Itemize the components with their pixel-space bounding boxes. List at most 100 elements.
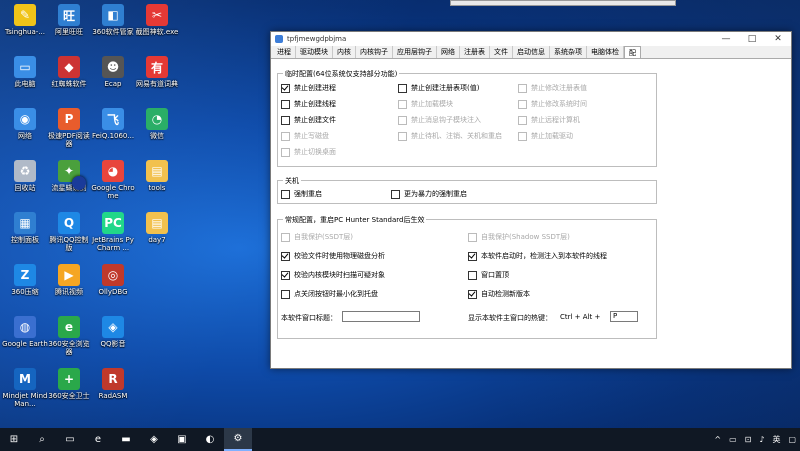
desktop-icon[interactable]: ◈ QQ影音: [90, 316, 136, 348]
tray-icon[interactable]: ⊡: [745, 435, 752, 444]
checkbox-box[interactable]: [281, 83, 290, 93]
close-button[interactable]: ✕: [765, 32, 791, 46]
tab-item[interactable]: 系统杂项: [550, 46, 587, 58]
checkbox-box: [281, 147, 290, 157]
tab-item[interactable]: 内核: [333, 46, 356, 58]
tab-item[interactable]: 启动信息: [513, 46, 550, 58]
desktop-icon[interactable]: ▤ tools: [134, 160, 180, 192]
tab-item[interactable]: 驱动模块: [296, 46, 333, 58]
taskbar-start-icon[interactable]: ⊞: [0, 428, 28, 451]
window-title-label: 本软件窗口标题：: [281, 314, 337, 322]
maximize-button[interactable]: □: [739, 32, 765, 46]
checkbox[interactable]: 禁止创建注册表项(值): [398, 83, 479, 93]
tab-item[interactable]: 电脑体检: [587, 46, 624, 58]
notification-icon[interactable]: ▢: [788, 435, 796, 444]
taskbar-app2-icon[interactable]: ▣: [168, 428, 196, 451]
checkbox-box[interactable]: [281, 189, 290, 199]
desktop-icon[interactable]: ✂ 截图神软.exe: [134, 4, 180, 36]
desktop-icon[interactable]: ◉ 网络: [2, 108, 48, 140]
checkbox-box[interactable]: [398, 83, 407, 93]
checkbox-box[interactable]: [391, 189, 400, 199]
tray-icon[interactable]: ▭: [729, 435, 737, 444]
desktop-icon-label: 红蜘蛛软件: [51, 80, 87, 88]
checkbox-box[interactable]: [281, 115, 290, 125]
checkbox-box: [398, 99, 407, 109]
checkbox-box[interactable]: [468, 289, 477, 299]
tab-item[interactable]: 配: [624, 46, 641, 58]
checkbox[interactable]: 禁止创建进程: [281, 83, 336, 93]
desktop-icon-image: ◕: [102, 160, 124, 182]
checkbox-box[interactable]: [281, 251, 290, 261]
checkbox[interactable]: 禁止创建线程: [281, 99, 336, 109]
desktop-icon[interactable]: ☻ Ecap: [90, 56, 136, 88]
hotkey-input[interactable]: P: [610, 311, 638, 322]
desktop-icon[interactable]: ▦ 控制面板: [2, 212, 48, 244]
desktop-icon[interactable]: ◕ Google Chrome: [90, 160, 136, 200]
desktop-icon[interactable]: M Mindjet MindMan...: [2, 368, 48, 408]
tab-item[interactable]: 网络: [437, 46, 460, 58]
tray-icon[interactable]: ♪: [759, 435, 764, 444]
desktop-icon[interactable]: ◍ Google Earth: [2, 316, 48, 348]
ime-indicator[interactable]: 英: [772, 434, 780, 445]
checkbox-label: 禁止修改注册表值: [531, 84, 587, 92]
desktop-icon-image: ▤: [146, 212, 168, 234]
tab-item[interactable]: 文件: [490, 46, 513, 58]
checkbox[interactable]: 强制重启: [281, 189, 322, 199]
desktop-icon[interactable]: ✦ 流星蝴蝶剑: [46, 160, 92, 192]
desktop-icon[interactable]: ▶ 腾讯视频: [46, 264, 92, 296]
desktop-icon[interactable]: 旺阿里旺旺: [46, 4, 92, 36]
desktop-icon-label: JetBrains PyCharm ...: [92, 236, 134, 252]
desktop-icon-image: ✎: [14, 4, 36, 26]
desktop-icon[interactable]: Q 腾讯QQ控制版: [46, 212, 92, 252]
desktop-icon[interactable]: ♻ 回收站: [2, 160, 48, 192]
taskbar-edge-icon[interactable]: e: [84, 428, 112, 451]
desktop-icon[interactable]: Z 360压缩: [2, 264, 48, 296]
tab-item[interactable]: 注册表: [460, 46, 490, 58]
desktop-icon[interactable]: ▤ day7: [134, 212, 180, 244]
desktop-icon[interactable]: ◆ 红蜘蛛软件: [46, 56, 92, 88]
checkbox[interactable]: 更为暴力的强制重启: [391, 189, 467, 199]
taskbar-app3-icon[interactable]: ◐: [196, 428, 224, 451]
title-bar[interactable]: tpfjmewgdpbjma — □ ✕: [271, 32, 791, 46]
pchunter-window[interactable]: tpfjmewgdpbjma — □ ✕ 进程 驱动模块 内核 内核钩子 应用层钩子 网络…: [270, 31, 792, 369]
checkbox-label: 窗口置顶: [481, 271, 509, 279]
checkbox[interactable]: 校验内核模块时扫描可疑对象: [281, 270, 385, 280]
desktop-icon[interactable]: 有网易有道词典: [134, 56, 180, 88]
taskbar-task-view-icon[interactable]: ▭: [56, 428, 84, 451]
checkbox[interactable]: 点关闭按钮时最小化到托盘: [281, 289, 378, 299]
checkbox[interactable]: 校验文件时使用物理磁盘分析: [281, 251, 385, 261]
checkbox[interactable]: 窗口置顶: [468, 270, 509, 280]
checkbox-box[interactable]: [281, 99, 290, 109]
checkbox-box[interactable]: [468, 270, 477, 280]
desktop-icon[interactable]: 飞 FeiQ.1060...: [90, 108, 136, 140]
checkbox-box[interactable]: [281, 289, 290, 299]
checkbox[interactable]: 禁止创建文件: [281, 115, 336, 125]
checkbox-label: 禁止写磁盘: [294, 132, 329, 140]
desktop-icon[interactable]: ◧ 360软件管家: [90, 4, 136, 36]
desktop-icon[interactable]: e 360安全浏览器: [46, 316, 92, 356]
desktop-icon-image: ◧: [102, 4, 124, 26]
checkbox-box[interactable]: [468, 251, 477, 261]
desktop-icon[interactable]: ◔ 微信: [134, 108, 180, 140]
taskbar-explorer-icon[interactable]: ▬: [112, 428, 140, 451]
desktop-icon[interactable]: R RadASM: [90, 368, 136, 400]
tab-item[interactable]: 内核钩子: [356, 46, 393, 58]
desktop-icon[interactable]: +360安全卫士: [46, 368, 92, 400]
minimize-button[interactable]: —: [713, 32, 739, 46]
taskbar-app1-icon[interactable]: ◈: [140, 428, 168, 451]
desktop-icon[interactable]: ◎ OllyDBG: [90, 264, 136, 296]
checkbox-box[interactable]: [281, 270, 290, 280]
tray-icon[interactable]: ^: [714, 435, 721, 444]
tab-item[interactable]: 应用层钩子: [393, 46, 437, 58]
window-title-input[interactable]: [342, 311, 420, 322]
checkbox[interactable]: 本软件启动时，检测注入到本软件的线程: [468, 251, 607, 261]
checkbox[interactable]: 自动检测新版本: [468, 289, 530, 299]
tab-item[interactable]: 进程: [273, 46, 296, 58]
desktop-icon[interactable]: PC JetBrains PyCharm ...: [90, 212, 136, 252]
taskbar-search-icon[interactable]: ⌕: [28, 428, 56, 451]
checkbox: 禁止加载驱动: [518, 131, 573, 141]
desktop-icon[interactable]: ✎ Tsinghua-...: [2, 4, 48, 36]
desktop-icon[interactable]: P 极速PDF阅读器: [46, 108, 92, 148]
taskbar-pchunter-icon[interactable]: ⚙: [224, 428, 252, 451]
desktop-icon[interactable]: ▭ 此电脑: [2, 56, 48, 88]
